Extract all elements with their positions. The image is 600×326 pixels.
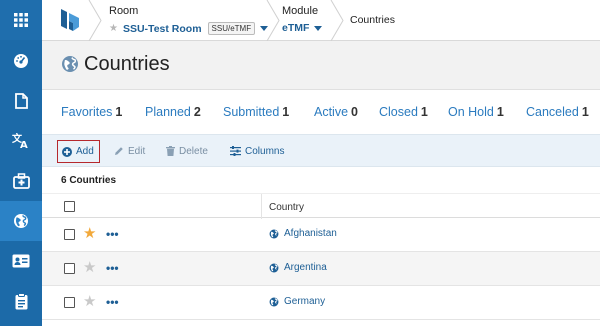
tab-label: Active — [314, 105, 349, 119]
nav-sites[interactable] — [0, 161, 42, 201]
table-header: Country — [42, 193, 600, 219]
tab-label: Planned — [145, 105, 191, 119]
room-selector[interactable]: ★ SSU-Test Room SSU/eTMF — [109, 22, 269, 35]
add-label: Add — [76, 146, 94, 157]
tab-count: 1 — [496, 105, 504, 119]
plus-circle-icon — [62, 146, 72, 157]
top-bar: Room ★ SSU-Test Room SSU/eTMF Module eTM… — [42, 0, 600, 41]
grid-icon — [14, 13, 28, 27]
left-nav-rail: 文 A — [0, 0, 42, 326]
room-label: Room — [109, 5, 139, 17]
edit-label: Edit — [128, 145, 146, 157]
country-name: Germany — [284, 296, 326, 307]
row-actions-menu[interactable]: ••• — [106, 261, 119, 275]
tab-planned[interactable]: Planned 2 — [145, 105, 201, 119]
breadcrumb-current-label: Countries — [350, 14, 395, 26]
document-icon — [14, 93, 28, 109]
country-link[interactable]: Germany — [269, 296, 325, 307]
tab-label: Canceled — [526, 105, 579, 119]
tab-label: Closed — [379, 105, 418, 119]
nav-tasks[interactable] — [0, 281, 42, 321]
tab-count: 1 — [420, 105, 428, 119]
row-checkbox[interactable] — [64, 263, 75, 274]
country-name: Afghanistan — [284, 228, 337, 239]
sliders-icon — [230, 146, 241, 156]
tab-count: 1 — [581, 105, 589, 119]
globe-icon — [269, 297, 279, 306]
table-row[interactable]: ★ ••• Argentina — [42, 252, 600, 286]
module-label: Module — [282, 5, 319, 17]
globe-icon — [14, 214, 28, 228]
breadcrumb-separator — [88, 0, 102, 41]
pencil-icon — [115, 147, 123, 155]
app-launcher-button[interactable] — [0, 0, 42, 40]
tab-on-hold[interactable]: On Hold 1 — [448, 105, 504, 119]
tab-count: 2 — [193, 105, 201, 119]
country-link[interactable]: Argentina — [269, 262, 327, 273]
tab-label: On Hold — [448, 105, 494, 119]
delete-label: Delete — [179, 145, 208, 157]
select-all-checkbox[interactable] — [64, 201, 75, 212]
delete-button[interactable]: Delete — [166, 142, 208, 160]
room-value: SSU-Test Room — [122, 22, 202, 35]
tab-submitted[interactable]: Submitted 1 — [223, 105, 289, 119]
room-favorite-star-icon[interactable]: ★ — [109, 23, 118, 34]
module-selector[interactable]: eTMF — [282, 22, 323, 34]
tab-count: 1 — [282, 105, 290, 119]
translate-icon: 文 A — [12, 133, 28, 149]
breadcrumb-separator — [330, 0, 344, 41]
country-link[interactable]: Afghanistan — [269, 228, 337, 239]
module-value: eTMF — [282, 22, 310, 34]
country-name: Argentina — [284, 262, 327, 273]
column-header-country[interactable]: Country — [269, 202, 304, 213]
table-row[interactable]: ★ ••• Afghanistan — [42, 218, 600, 252]
clipboard-icon — [15, 292, 27, 309]
row-actions-menu[interactable]: ••• — [106, 227, 119, 241]
nav-countries[interactable] — [0, 201, 42, 241]
action-toolbar: Add Edit Delete Columns — [42, 134, 600, 167]
svg-text:A: A — [20, 140, 28, 149]
trash-icon — [166, 146, 175, 156]
chevron-down-icon — [314, 25, 323, 31]
tab-closed[interactable]: Closed 1 — [379, 105, 428, 119]
columns-button[interactable]: Columns — [230, 142, 284, 160]
edit-button[interactable]: Edit — [114, 142, 145, 160]
tab-label: Submitted — [223, 105, 280, 119]
favorite-star-icon[interactable]: ★ — [83, 294, 96, 309]
breadcrumb-separator — [266, 0, 280, 41]
column-divider — [261, 194, 262, 219]
globe-icon — [62, 56, 78, 72]
globe-icon — [269, 263, 279, 272]
tab-count: 1 — [115, 105, 123, 119]
page-title: Countries — [84, 53, 170, 75]
dashboard-icon — [14, 54, 28, 68]
tab-favorites[interactable]: Favorites 1 — [61, 105, 122, 119]
hospital-icon — [12, 173, 30, 189]
globe-icon — [269, 229, 279, 238]
app-logo[interactable] — [56, 6, 84, 34]
status-tabs: Favorites 1 Planned 2 Submitted 1 Active 0 C… — [42, 90, 600, 134]
id-card-icon — [12, 254, 30, 268]
favorite-star-icon[interactable]: ★ — [83, 260, 96, 275]
nav-dashboard[interactable] — [0, 41, 42, 81]
tab-count: 0 — [351, 105, 358, 119]
favorite-star-icon[interactable]: ★ — [83, 226, 96, 241]
row-checkbox[interactable] — [64, 297, 75, 308]
room-badge: SSU/eTMF — [207, 22, 256, 35]
table-row[interactable]: ★ ••• Germany — [42, 286, 600, 320]
page-header: Countries — [42, 41, 600, 90]
row-actions-menu[interactable]: ••• — [106, 295, 119, 309]
add-button[interactable]: Add — [57, 140, 100, 163]
tab-label: Favorites — [61, 105, 113, 119]
columns-label: Columns — [245, 145, 285, 157]
row-checkbox[interactable] — [64, 229, 75, 240]
record-count: 6 Countries — [61, 175, 117, 186]
nav-contacts[interactable] — [0, 241, 42, 281]
tab-active[interactable]: Active 0 — [314, 105, 358, 119]
tab-canceled[interactable]: Canceled 1 — [526, 105, 589, 119]
nav-documents[interactable] — [0, 81, 42, 121]
nav-translations[interactable]: 文 A — [0, 121, 42, 161]
